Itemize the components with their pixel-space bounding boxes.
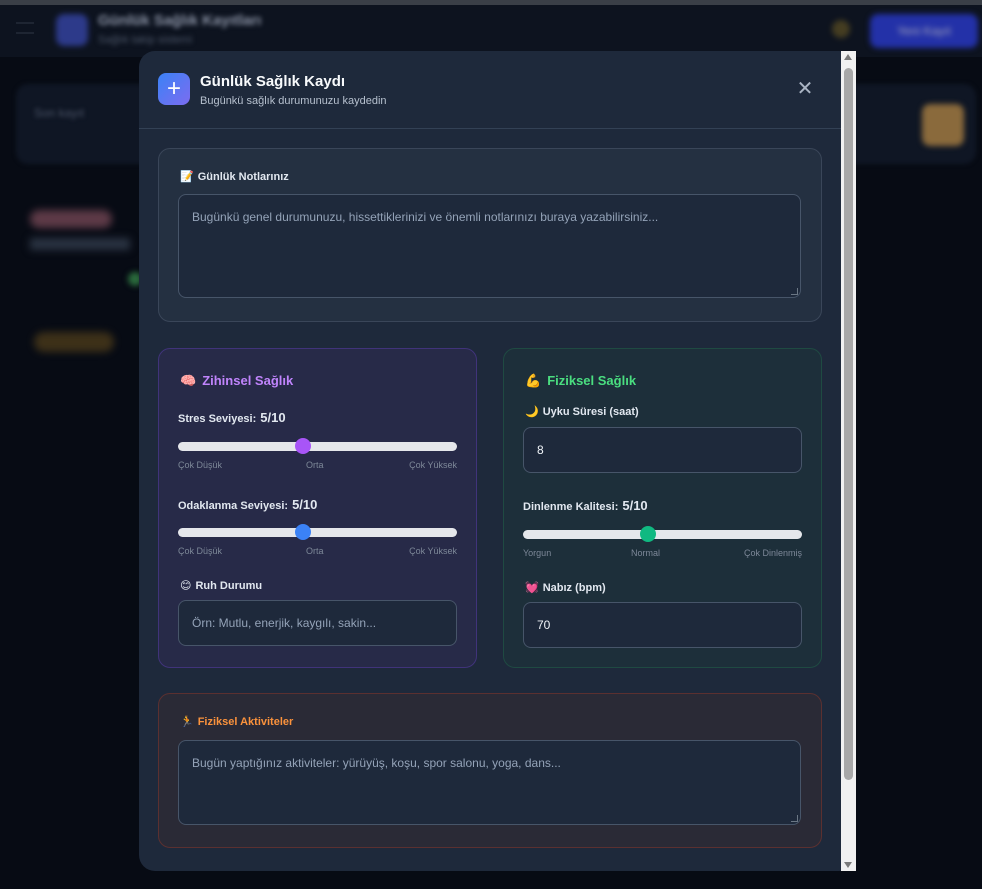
menu-icon: [16, 22, 34, 34]
mood-label: 😊 Ruh Durumu: [180, 580, 263, 592]
rest-quality-value: 5/10: [622, 498, 648, 513]
modal-scrollbar[interactable]: [841, 51, 856, 871]
sleep-label: 🌙 Uyku Süresi (saat): [525, 406, 639, 418]
plus-icon: +: [158, 73, 190, 105]
runner-icon: 🏃: [180, 716, 194, 728]
background-app-subtitle: Sağlık takip sistemi: [98, 34, 193, 46]
brain-icon: 🧠: [180, 373, 197, 388]
pulse-input[interactable]: 70: [523, 602, 802, 648]
background-badge: [30, 210, 112, 228]
notification-icon: [832, 20, 850, 38]
scale-mid: Orta: [306, 460, 324, 470]
stress-label: Stres Seviyesi: 5/10: [178, 410, 286, 425]
stress-value: 5/10: [260, 410, 286, 425]
notes-placeholder: Bugünkü genel durumunuzu, hissettiklerin…: [192, 210, 659, 224]
scale-min: Yorgun: [523, 548, 552, 558]
scale-mid: Normal: [631, 548, 661, 558]
scroll-down-arrow-icon[interactable]: [844, 862, 852, 868]
scale-max: Çok Dinlenmiş: [743, 548, 802, 558]
focus-value: 5/10: [292, 497, 318, 512]
scale-min: Çok Düşük: [178, 460, 223, 470]
stress-slider[interactable]: [178, 438, 457, 454]
background-tag: [34, 332, 114, 352]
stress-slider-thumb[interactable]: [294, 438, 311, 454]
scale-max: Çok Yüksek: [409, 546, 457, 556]
modal-header: + Günlük Sağlık Kaydı Bugünkü sağlık dur…: [139, 51, 841, 129]
muscle-icon: 💪: [525, 373, 542, 388]
physical-health-title: 💪 Fiziksel Sağlık: [525, 373, 637, 388]
activity-label: 🏃 Fiziksel Aktiviteler: [180, 716, 294, 728]
mood-input[interactable]: Örn: Mutlu, enerjik, kaygılı, sakin...: [178, 600, 457, 646]
focus-slider-thumb[interactable]: [294, 524, 311, 540]
focus-label: Odaklanma Seviyesi: 5/10: [178, 497, 318, 512]
mental-health-section: 🧠 Zihinsel Sağlık Stres Seviyesi: 5/10 Çok…: [158, 348, 477, 668]
background-card-text: Son kayıt: [34, 106, 85, 120]
background-text-line: [30, 238, 130, 250]
moon-icon: 🌙: [525, 406, 539, 418]
rest-quality-slider-thumb[interactable]: [639, 526, 656, 542]
close-icon[interactable]: ✕: [795, 79, 815, 99]
rest-quality-slider[interactable]: [523, 526, 802, 542]
background-new-record-button: Yeni Kayıt: [870, 14, 978, 48]
scroll-up-arrow-icon[interactable]: [844, 54, 852, 60]
memo-icon: 📝: [180, 171, 194, 183]
smile-icon: 😊: [180, 580, 192, 592]
sleep-hours-input[interactable]: 8: [523, 427, 802, 473]
heart-icon: 💓: [525, 582, 539, 594]
activity-textarea[interactable]: Bugün yaptığınız aktiviteler: yürüyüş, k…: [178, 740, 801, 825]
rest-quality-label: Dinlenme Kalitesi: 5/10: [523, 498, 648, 513]
background-avatar: [922, 104, 964, 146]
notes-section: 📝 Günlük Notlarınız Bugünkü genel durumun…: [158, 148, 822, 322]
pulse-label: 💓 Nabız (bpm): [525, 582, 606, 594]
scale-max: Çok Yüksek: [409, 460, 457, 470]
resize-handle-icon[interactable]: [791, 288, 798, 295]
activity-section: 🏃 Fiziksel Aktiviteler Bugün yaptığınız a…: [158, 693, 822, 848]
physical-health-section: 💪 Fiziksel Sağlık 🌙 Uyku Süresi (saat) 8 D…: [503, 348, 822, 668]
modal-title: Günlük Sağlık Kaydı: [200, 73, 346, 90]
scale-mid: Orta: [306, 546, 324, 556]
resize-handle-icon[interactable]: [791, 815, 798, 822]
modal-subtitle: Bugünkü sağlık durumunuzu kaydedin: [200, 95, 387, 107]
background-app-title: Günlük Sağlık Kayıtları: [98, 12, 262, 29]
activity-placeholder: Bugün yaptığınız aktiviteler: yürüyüş, k…: [192, 756, 561, 770]
notes-label: 📝 Günlük Notlarınız: [180, 171, 289, 183]
notes-textarea[interactable]: Bugünkü genel durumunuzu, hissettiklerin…: [178, 194, 801, 298]
scale-min: Çok Düşük: [178, 546, 223, 556]
health-record-modal: + Günlük Sağlık Kaydı Bugünkü sağlık dur…: [139, 51, 855, 871]
mental-health-title: 🧠 Zihinsel Sağlık: [180, 373, 294, 388]
focus-slider[interactable]: [178, 524, 457, 540]
scrollbar-thumb[interactable]: [844, 68, 853, 780]
app-logo: [56, 14, 88, 46]
